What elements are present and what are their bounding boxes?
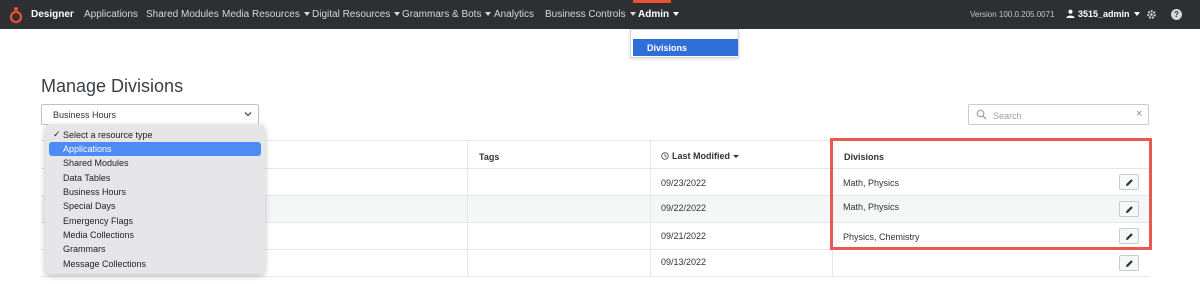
user-name: 3515_admin (1078, 9, 1130, 19)
option-grammars[interactable]: Grammars (49, 242, 261, 256)
version-label: Version 100.0.205.0071 (970, 10, 1055, 19)
sort-desc-icon (733, 155, 739, 158)
clear-search-icon[interactable]: × (1136, 108, 1142, 120)
nav-media-resources[interactable]: Media Resources (222, 9, 310, 20)
nav-analytics[interactable]: Analytics (494, 9, 534, 20)
nav-applications[interactable]: Applications (84, 9, 138, 20)
chevron-down-icon (394, 12, 401, 16)
nav-shared-modules[interactable]: Shared Modules (146, 9, 219, 20)
gear-icon[interactable] (1146, 9, 1157, 20)
cell-last-modified: 09/21/2022 (661, 231, 707, 241)
page-title: Manage Divisions (41, 76, 184, 96)
option-shared-modules[interactable]: Shared Modules (49, 156, 261, 170)
option-media-collections[interactable]: Media Collections (49, 228, 261, 242)
checkmark-icon: ✓ (53, 129, 61, 139)
column-header-last-modified[interactable]: Last Modified (661, 151, 739, 161)
chevron-down-icon (673, 12, 680, 16)
option-select-resource-type[interactable]: ✓ Select a resource type (49, 128, 261, 142)
chevron-down-icon (485, 12, 492, 16)
column-header-tags[interactable]: Tags (479, 152, 499, 162)
option-message-collections[interactable]: Message Collections (49, 257, 261, 271)
resource-type-value: Business Hours (53, 110, 117, 120)
cell-last-modified: 09/13/2022 (661, 257, 707, 267)
search-input[interactable]: Search × (968, 104, 1149, 125)
option-data-tables[interactable]: Data Tables (49, 171, 261, 185)
user-icon (1066, 9, 1075, 18)
active-tab-indicator (633, 0, 671, 3)
top-nav: Designer Applications Shared Modules Med… (0, 0, 1200, 29)
resource-type-select[interactable]: Business Hours (41, 104, 259, 125)
menu-item-divisions[interactable]: Divisions (633, 39, 738, 56)
option-business-hours[interactable]: Business Hours (49, 185, 261, 199)
chevron-down-icon (244, 112, 252, 117)
option-special-days[interactable]: Special Days (49, 199, 261, 213)
resource-type-popup: ✓ Select a resource type Applications Sha… (45, 124, 265, 274)
divisions-highlight-box (830, 138, 1152, 250)
option-applications[interactable]: Applications (49, 142, 261, 156)
search-placeholder: Search (993, 111, 1022, 121)
chevron-down-icon (303, 12, 310, 16)
nav-business-controls[interactable]: Business Controls (545, 9, 636, 20)
search-icon (976, 109, 987, 120)
nav-admin[interactable]: Admin (638, 9, 680, 20)
last-modified-label: Last Modified (672, 151, 730, 161)
pencil-icon (1126, 260, 1133, 267)
chevron-down-icon (1133, 12, 1140, 16)
brand-title[interactable]: Designer (31, 9, 74, 20)
admin-dropdown-menu: Divisions (630, 29, 739, 58)
clock-icon (661, 152, 669, 160)
user-menu[interactable]: 3515_admin (1066, 9, 1140, 19)
edit-divisions-button[interactable] (1119, 255, 1139, 271)
nav-grammars-bots[interactable]: Grammars & Bots (402, 9, 492, 20)
cell-last-modified: 09/22/2022 (661, 203, 707, 213)
nav-digital-resources[interactable]: Digital Resources (312, 9, 401, 20)
genesys-logo-icon[interactable] (9, 6, 23, 24)
help-icon[interactable]: ? (1171, 9, 1182, 20)
chevron-down-icon (629, 12, 636, 16)
option-emergency-flags[interactable]: Emergency Flags (49, 214, 261, 228)
cell-last-modified: 09/23/2022 (661, 178, 707, 188)
